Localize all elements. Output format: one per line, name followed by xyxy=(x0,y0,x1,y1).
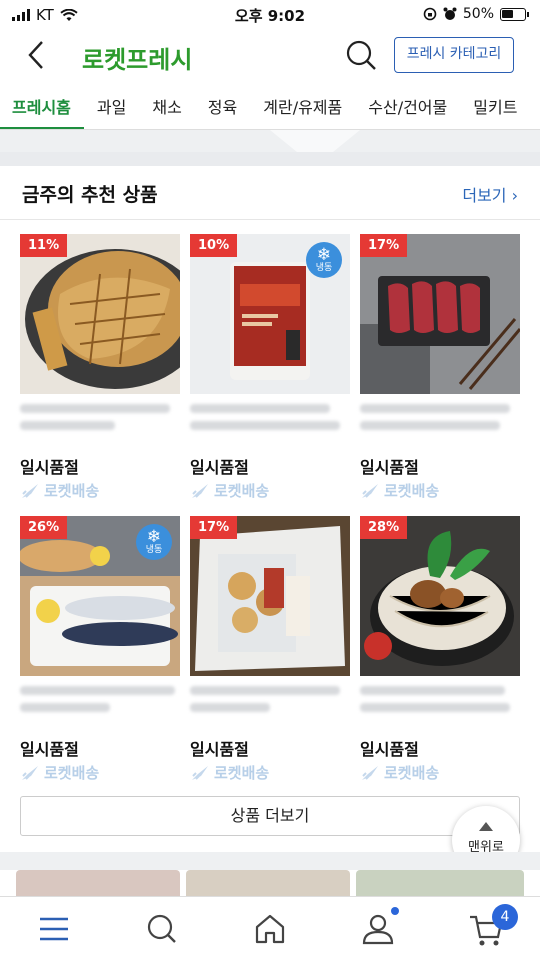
my-account-icon[interactable] xyxy=(358,909,398,949)
delivery-label: 로켓배송 xyxy=(44,482,100,500)
product-card[interactable]: 17% 일시품절 로켓배송 xyxy=(360,234,520,504)
more-link[interactable]: 더보기 › xyxy=(462,182,518,206)
product-image[interactable]: 17% xyxy=(190,516,350,676)
tab-vegetables[interactable]: 채소 xyxy=(139,84,194,129)
sold-out-label: 일시품절 xyxy=(360,458,419,477)
back-icon[interactable] xyxy=(20,38,54,72)
app-logo[interactable]: 로켓프레시 xyxy=(82,40,192,75)
product-image[interactable]: 11% xyxy=(20,234,180,394)
blurred-product-name xyxy=(190,404,350,438)
product-image[interactable]: 28% xyxy=(360,516,520,676)
product-image[interactable]: 17% xyxy=(360,234,520,394)
rocket-icon xyxy=(192,483,208,498)
blurred-product-name xyxy=(360,404,520,438)
discount-badge: 11% xyxy=(20,234,68,257)
tab-meat[interactable]: 정육 xyxy=(195,84,250,129)
frozen-label: 냉동 xyxy=(315,263,333,273)
section-divider xyxy=(0,152,540,166)
tab-seafood[interactable]: 수산/건어물 xyxy=(355,84,460,129)
sold-out-label: 일시품절 xyxy=(20,740,79,759)
section-title: 금주의 추천 상품 xyxy=(22,184,158,206)
status-bar: KT 오후 9:02 50% xyxy=(0,0,540,30)
home-icon[interactable] xyxy=(250,909,290,949)
rocket-delivery: 로켓배송 xyxy=(360,762,439,783)
next-section-image[interactable] xyxy=(186,870,350,898)
fresh-category-button[interactable]: 프레시 카테고리 xyxy=(394,37,514,73)
cart-count-badge: 4 xyxy=(492,904,518,930)
rocket-delivery: 로켓배송 xyxy=(20,480,99,501)
sold-out-label: 일시품절 xyxy=(20,458,79,477)
next-section-image[interactable] xyxy=(16,870,180,898)
rocket-delivery: 로켓배송 xyxy=(190,762,269,783)
notification-dot xyxy=(391,907,399,915)
battery-icon xyxy=(500,7,529,21)
battery-percent: 50% xyxy=(462,6,494,22)
rocket-icon xyxy=(362,483,378,498)
delivery-label: 로켓배송 xyxy=(384,764,440,782)
recommended-section-header: 금주의 추천 상품 더보기 › xyxy=(0,166,540,220)
blurred-product-name xyxy=(20,404,180,438)
rocket-icon xyxy=(362,765,378,780)
product-card[interactable]: 11% 일시품절 로켓배송 xyxy=(20,234,180,504)
product-card[interactable]: 28% 일시품절 로켓배송 xyxy=(360,516,520,786)
alarm-icon xyxy=(443,7,457,20)
category-tabs: 프레시홈 과일 채소 정육 계란/유제품 수산/건어물 밀키트 xyxy=(0,84,540,130)
delivery-label: 로켓배송 xyxy=(44,764,100,782)
sold-out-label: 일시품절 xyxy=(190,740,249,759)
product-card[interactable]: 17% 일시품절 로켓배송 xyxy=(190,516,350,786)
snowflake-icon: ❄ xyxy=(146,527,162,547)
header: 로켓프레시 프레시 카테고리 xyxy=(0,30,540,82)
blurred-product-name xyxy=(190,686,350,720)
delivery-label: 로켓배송 xyxy=(214,482,270,500)
discount-badge: 10% xyxy=(190,234,238,257)
discount-badge: 28% xyxy=(360,516,408,539)
rocket-delivery: 로켓배송 xyxy=(20,762,99,783)
frozen-badge: ❄ 냉동 xyxy=(136,524,172,560)
product-image[interactable]: 26% ❄ 냉동 xyxy=(20,516,180,676)
tab-fruit[interactable]: 과일 xyxy=(84,84,139,129)
rocket-delivery: 로켓배송 xyxy=(190,480,269,501)
frozen-label: 냉동 xyxy=(145,545,163,555)
banner-bottom-edge xyxy=(0,130,540,152)
blurred-product-name xyxy=(20,686,180,720)
discount-badge: 26% xyxy=(20,516,68,539)
sold-out-label: 일시품절 xyxy=(190,458,249,477)
rotation-lock-icon xyxy=(423,7,437,21)
tab-eggs-dairy[interactable]: 계란/유제품 xyxy=(250,84,355,129)
search-icon[interactable] xyxy=(142,909,182,949)
product-image[interactable]: 10% ❄ 냉동 xyxy=(190,234,350,394)
discount-badge: 17% xyxy=(190,516,238,539)
next-section-image[interactable] xyxy=(356,870,524,898)
tab-meal-kit[interactable]: 밀키트 xyxy=(460,84,530,129)
rocket-icon xyxy=(192,765,208,780)
product-card[interactable]: 26% ❄ 냉동 일시품절 로켓배송 xyxy=(20,516,180,786)
menu-icon[interactable] xyxy=(34,909,74,949)
delivery-label: 로켓배송 xyxy=(384,482,440,500)
blurred-product-name xyxy=(360,686,520,720)
tab-fresh-home[interactable]: 프레시홈 xyxy=(0,84,84,129)
discount-badge: 17% xyxy=(360,234,408,257)
bottom-navigation xyxy=(0,896,540,960)
search-icon[interactable] xyxy=(344,38,378,72)
rocket-delivery: 로켓배송 xyxy=(360,480,439,501)
product-card[interactable]: 10% ❄ 냉동 일시품절 로켓배송 xyxy=(190,234,350,504)
more-products-button[interactable]: 상품 더보기 xyxy=(20,796,520,836)
section-divider xyxy=(0,852,540,870)
sold-out-label: 일시품절 xyxy=(360,740,419,759)
frozen-badge: ❄ 냉동 xyxy=(306,242,342,278)
rocket-icon xyxy=(22,765,38,780)
rocket-icon xyxy=(22,483,38,498)
snowflake-icon: ❄ xyxy=(316,245,332,265)
delivery-label: 로켓배송 xyxy=(214,764,270,782)
